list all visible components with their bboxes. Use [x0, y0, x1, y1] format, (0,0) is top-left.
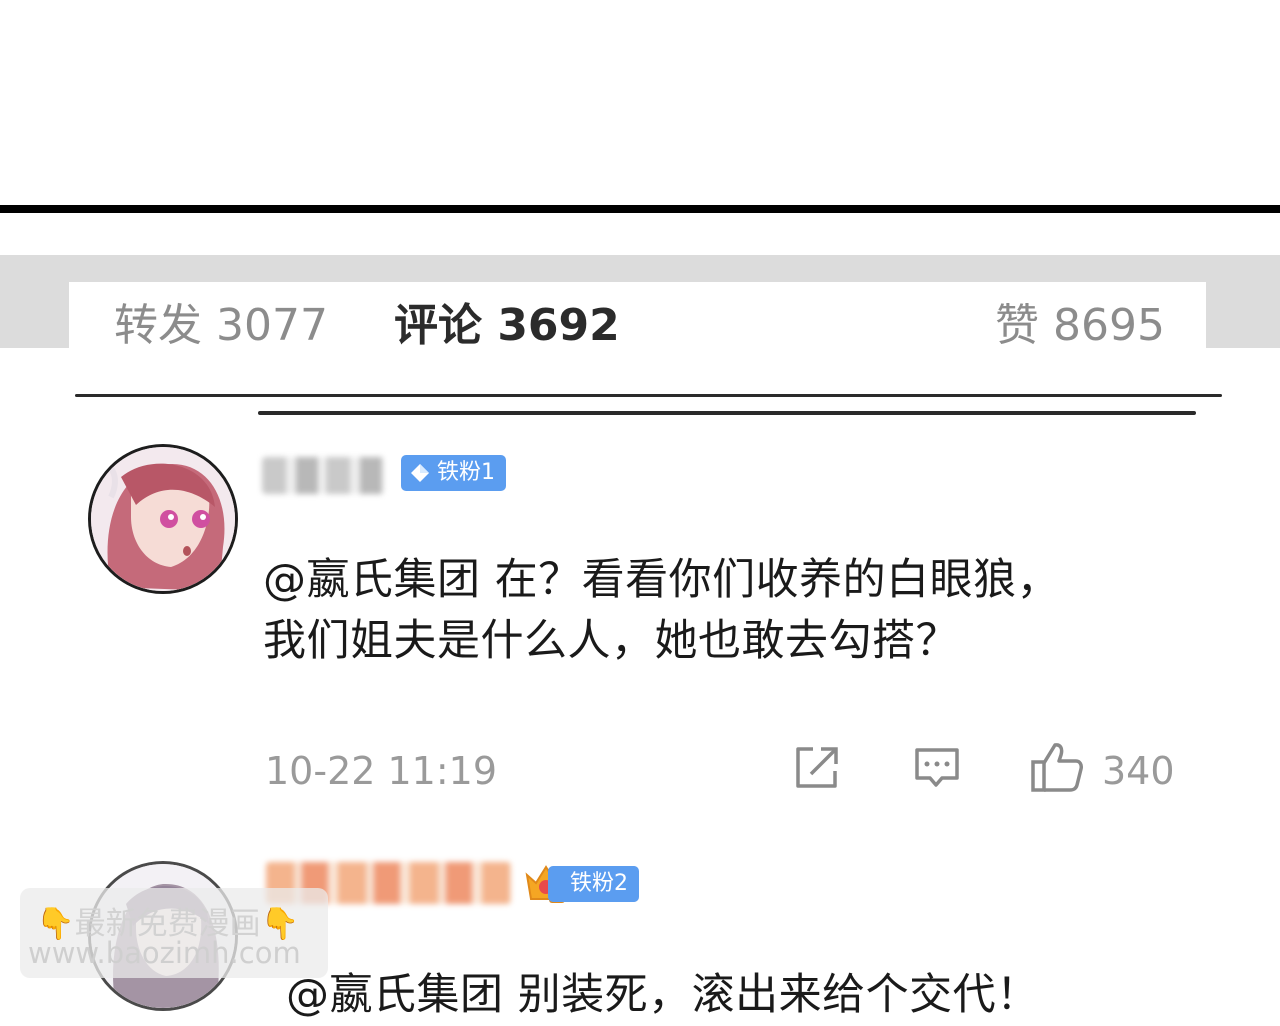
comment-text-line: 我们姐夫是什么人，她也敢去勾搭？ — [263, 616, 959, 666]
fan-badge: 铁粉1 — [401, 455, 506, 491]
username-blurred[interactable] — [262, 457, 384, 494]
blank-panel-top — [0, 0, 1280, 205]
comment-text: @嬴氏集团 别装死，滚出来给个交代！ — [286, 970, 1040, 1020]
panel-border — [0, 205, 1280, 213]
avatar-illustration — [91, 447, 235, 591]
avatar[interactable] — [88, 444, 238, 594]
share-icon[interactable] — [793, 745, 841, 791]
divider-line — [258, 411, 1196, 415]
fan-badge-label: 铁粉1 — [437, 460, 495, 485]
fan-badge-label: 铁粉2 — [570, 871, 628, 896]
reply-icon[interactable] — [914, 745, 960, 791]
divider-line — [75, 394, 1222, 397]
like-count: 340 — [1102, 749, 1175, 793]
tab-comment[interactable]: 评论 3692 — [394, 300, 620, 352]
thumbs-up-icon[interactable] — [1030, 741, 1084, 793]
tab-repost[interactable]: 转发 3077 — [114, 300, 328, 352]
fan-badge: 铁粉2 — [548, 866, 639, 902]
comment-text-line: @嬴氏集团 在？看看你们收养的白眼狼， — [263, 555, 1061, 605]
comment-timestamp: 10-22 11:19 — [265, 749, 498, 793]
watermark-url: www.baozimh.com — [28, 936, 301, 970]
diamond-icon — [411, 464, 429, 482]
comment-text: @嬴氏集团 在？看看你们收养的白眼狼， 我们姐夫是什么人，她也敢去勾搭？ — [263, 550, 1223, 672]
tab-like[interactable]: 赞 8695 — [995, 300, 1165, 352]
